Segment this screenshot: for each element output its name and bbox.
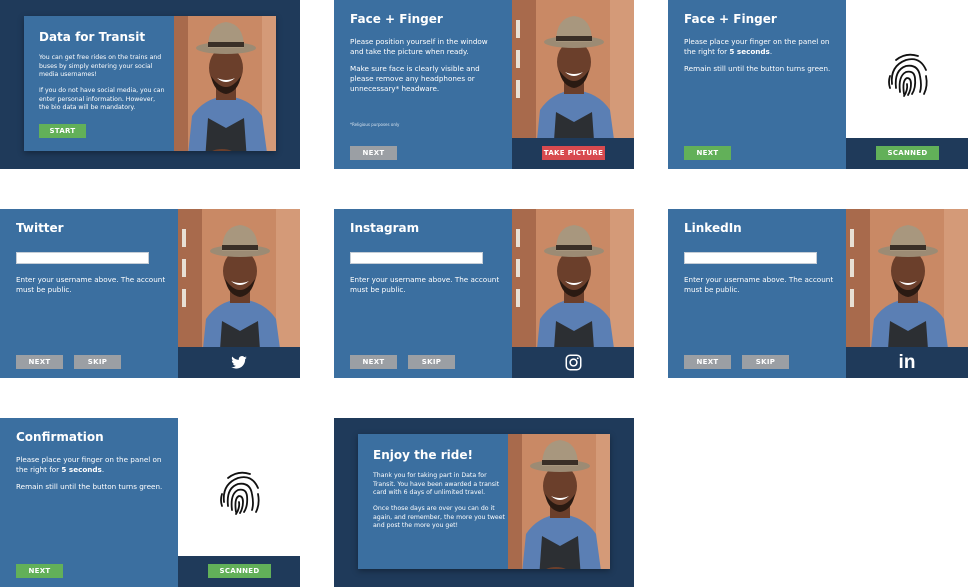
- person-photo: [512, 209, 634, 347]
- page-title: Enjoy the ride!: [373, 448, 473, 462]
- page-title: Face + Finger: [350, 12, 443, 26]
- screen-welcome: Data for Transit You can get free rides …: [0, 0, 300, 169]
- welcome-text: You can get free rides on the trains and…: [39, 54, 165, 112]
- screen-confirmation: Confirmation Please place your finger on…: [0, 418, 300, 587]
- screen-face: Face + Finger Please position yourself i…: [334, 0, 634, 169]
- page-title: Instagram: [350, 221, 420, 235]
- fingerprint-panel[interactable]: [178, 418, 300, 556]
- next-button[interactable]: NEXT: [16, 355, 63, 369]
- linkedin-hint: Enter your username above. The account m…: [684, 275, 834, 295]
- page-title: Face + Finger: [684, 12, 777, 26]
- instagram-hint: Enter your username above. The account m…: [350, 275, 500, 295]
- face-instructions: Please position yourself in the window a…: [350, 37, 488, 94]
- person-photo: [846, 209, 968, 347]
- twitter-hint: Enter your username above. The account m…: [16, 275, 166, 295]
- instagram-icon: [565, 354, 581, 371]
- page-title: Confirmation: [16, 430, 104, 444]
- fingerprint-icon: [888, 53, 928, 97]
- fingerprint-icon: [220, 471, 260, 515]
- next-button[interactable]: NEXT: [684, 355, 731, 369]
- scanned-button[interactable]: SCANNED: [208, 564, 271, 578]
- screen-twitter: Twitter Enter your username above. The a…: [0, 209, 300, 378]
- page-title: Twitter: [16, 221, 64, 235]
- finger-instructions: Please place your finger on the panel on…: [684, 37, 831, 74]
- person-photo: [178, 209, 300, 347]
- footnote: *Religious purposes only: [350, 122, 400, 127]
- start-button[interactable]: START: [39, 124, 86, 138]
- next-button[interactable]: NEXT: [350, 146, 397, 160]
- enjoy-card: Enjoy the ride! Thank you for taking par…: [358, 434, 610, 569]
- fingerprint-panel[interactable]: [846, 0, 968, 138]
- take-picture-button[interactable]: TAKE PICTURE: [542, 146, 605, 160]
- person-photo: [508, 434, 610, 569]
- screen-instagram: Instagram Enter your username above. The…: [334, 209, 634, 378]
- scanned-button[interactable]: SCANNED: [876, 146, 939, 160]
- camera-feed: [512, 0, 634, 138]
- next-button[interactable]: NEXT: [684, 146, 731, 160]
- screen-linkedin: LinkedIn Enter your username above. The …: [668, 209, 968, 378]
- username-input[interactable]: [684, 252, 817, 264]
- linkedin-icon: in: [898, 352, 916, 373]
- enjoy-text: Thank you for taking part in Data for Tr…: [373, 472, 505, 530]
- page-title: Data for Transit: [39, 30, 146, 44]
- page-title: LinkedIn: [684, 221, 742, 235]
- next-button[interactable]: NEXT: [16, 564, 63, 578]
- username-input[interactable]: [350, 252, 483, 264]
- screen-finger: Face + Finger Please place your finger o…: [668, 0, 968, 169]
- twitter-icon: [231, 356, 247, 369]
- skip-button[interactable]: SKIP: [74, 355, 121, 369]
- screen-enjoy: Enjoy the ride! Thank you for taking par…: [334, 418, 634, 587]
- person-photo: [174, 16, 276, 151]
- username-input[interactable]: [16, 252, 149, 264]
- skip-button[interactable]: SKIP: [742, 355, 789, 369]
- welcome-card: Data for Transit You can get free rides …: [24, 16, 276, 151]
- next-button[interactable]: NEXT: [350, 355, 397, 369]
- skip-button[interactable]: SKIP: [408, 355, 455, 369]
- confirm-instructions: Please place your finger on the panel on…: [16, 455, 163, 492]
